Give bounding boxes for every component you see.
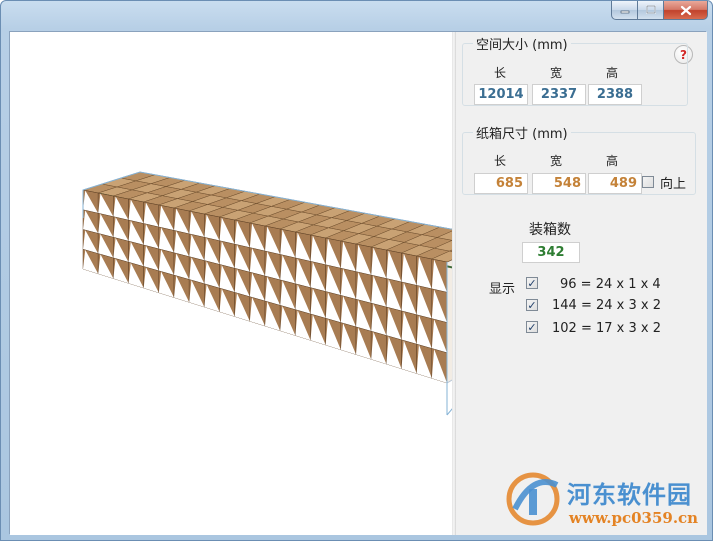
carton-height-label: 高 <box>605 154 618 168</box>
display-row-1-text: 96 = 24 x 1 x 4 <box>560 277 661 292</box>
display-row-2-checkbox[interactable]: ✓ <box>526 299 538 311</box>
space-width-label: 宽 <box>549 66 562 80</box>
window-controls <box>611 1 708 20</box>
space-length-label: 长 <box>493 66 506 80</box>
check-mark-icon: ✓ <box>527 298 537 312</box>
client-area: ? 空间大小 (mm) 长 宽 高 12014 2337 2388 纸箱尺寸 (… <box>9 31 707 535</box>
space-width-field[interactable]: 2337 <box>532 84 586 105</box>
title-bar[interactable] <box>1 1 712 27</box>
watermark-logo-icon <box>506 472 560 526</box>
minimize-button[interactable] <box>611 1 638 20</box>
display-row-2-text: 144 = 24 x 3 x 2 <box>552 298 661 313</box>
close-button[interactable] <box>664 1 708 20</box>
space-length-field[interactable]: 12014 <box>474 84 528 105</box>
box-count-field[interactable]: 342 <box>522 242 580 263</box>
carton-size-title: 纸箱尺寸 (mm) <box>476 127 568 142</box>
settings-panel: ? 空间大小 (mm) 长 宽 高 12014 2337 2388 纸箱尺寸 (… <box>456 32 707 535</box>
space-size-title: 空间大小 (mm) <box>476 38 568 53</box>
upright-checkbox[interactable] <box>642 176 654 188</box>
maximize-icon <box>645 5 656 14</box>
display-row-3-checkbox[interactable]: ✓ <box>526 321 538 333</box>
maximize-button[interactable] <box>638 1 664 20</box>
carton-length-label: 长 <box>493 154 506 168</box>
carton-length-field[interactable]: 685 <box>474 173 528 194</box>
close-icon <box>680 5 691 15</box>
check-mark-icon: ✓ <box>527 320 537 334</box>
box-count-label: 装箱数 <box>529 222 571 238</box>
upright-label: 向上 <box>660 177 687 192</box>
watermark-title: 河东软件园 <box>567 480 692 509</box>
watermark-url: www.pc0359.cn <box>569 509 699 527</box>
carton-width-label: 宽 <box>549 154 562 168</box>
check-mark-icon: ✓ <box>527 276 537 290</box>
space-height-label: 高 <box>605 66 618 80</box>
carton-width-field[interactable]: 548 <box>532 173 586 194</box>
container-3d-view[interactable] <box>10 32 501 535</box>
display-label: 显示 <box>489 282 516 297</box>
minimize-icon <box>620 10 629 14</box>
space-height-field[interactable]: 2388 <box>588 84 642 105</box>
carton-height-field[interactable]: 489 <box>588 173 642 194</box>
display-row-1-checkbox[interactable]: ✓ <box>526 277 538 289</box>
display-row-3-text: 102 = 17 x 3 x 2 <box>552 321 661 336</box>
3d-viewport[interactable] <box>10 32 501 535</box>
app-window: ? 空间大小 (mm) 长 宽 高 12014 2337 2388 纸箱尺寸 (… <box>0 0 713 541</box>
